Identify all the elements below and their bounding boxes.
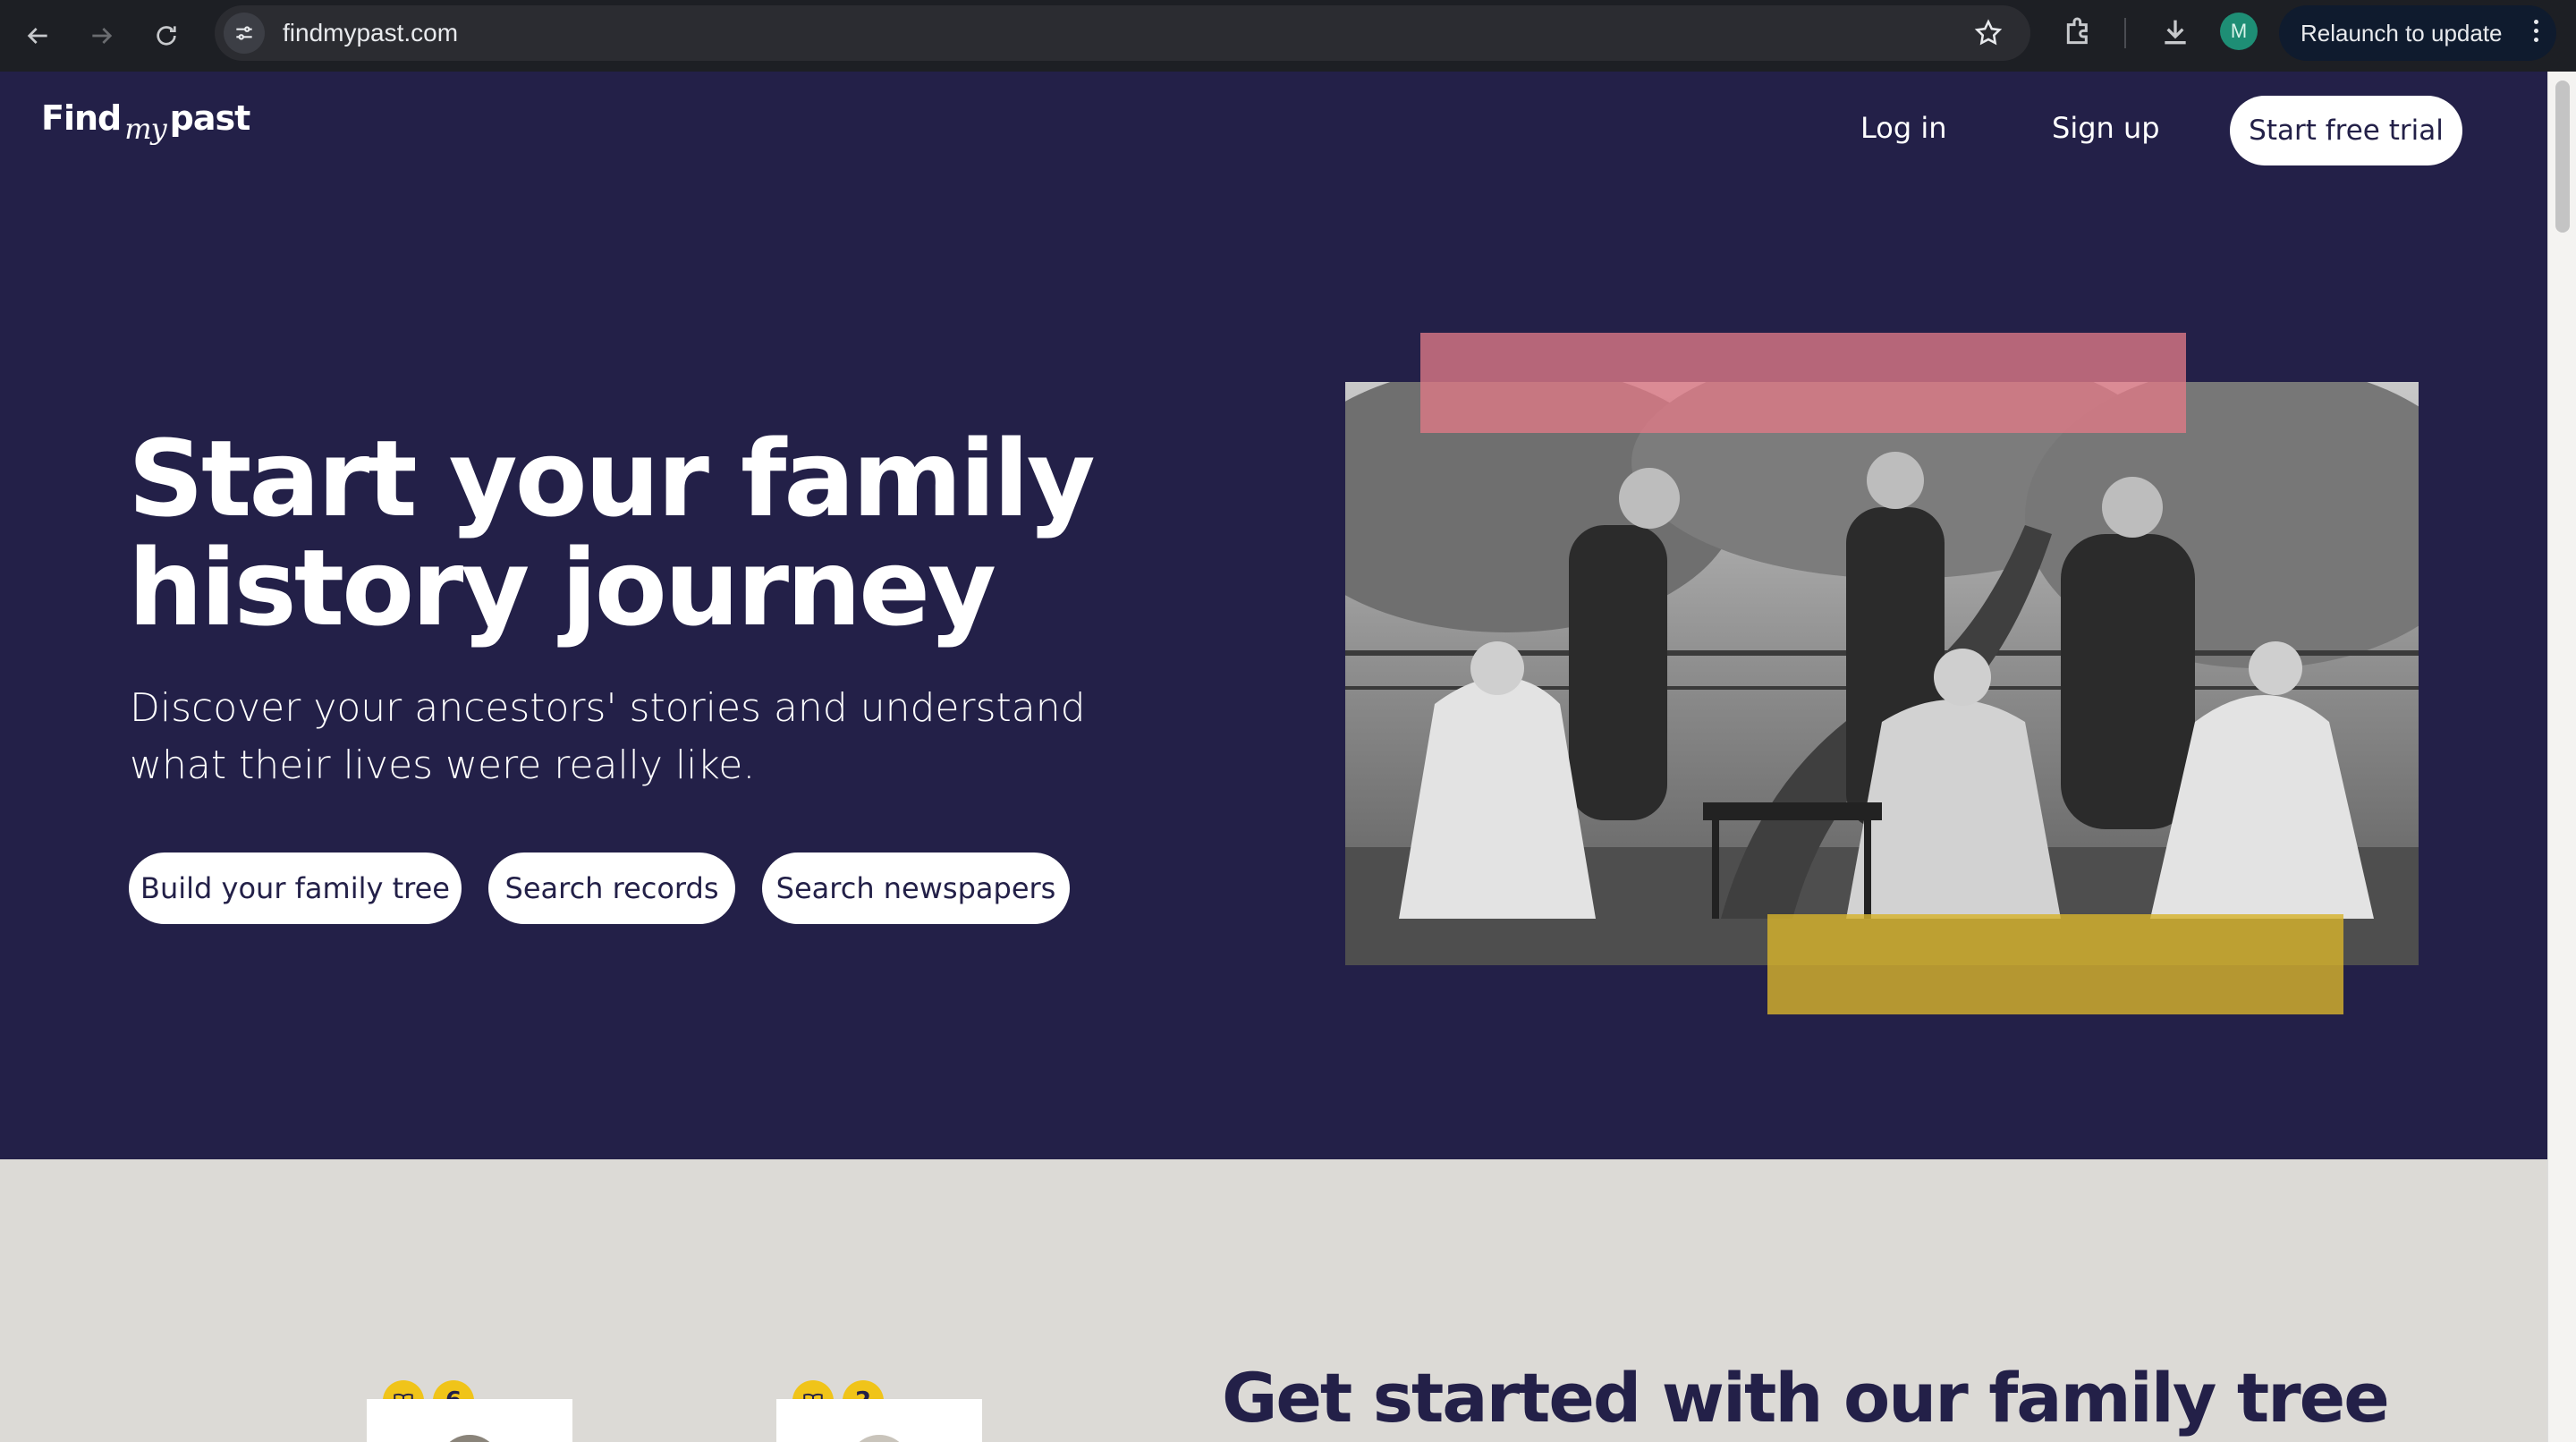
build-family-tree-button[interactable]: Build your family tree <box>129 852 462 924</box>
reload-icon <box>157 26 176 46</box>
signup-link[interactable]: Sign up <box>2052 111 2160 145</box>
address-bar[interactable]: findmypast.com <box>215 5 2030 61</box>
hero-subtitle-line1: Discover your ancestors' stories and und… <box>130 685 1086 731</box>
logo-find: Find <box>41 98 122 138</box>
arrow-right-icon <box>92 28 113 44</box>
search-records-button[interactable]: Search records <box>488 852 735 924</box>
page-scrollbar[interactable] <box>2547 72 2576 1442</box>
browser-toolbar: findmypast.com M Relaunch to update <box>0 0 2576 72</box>
findmypast-logo[interactable]: Find my past <box>41 98 251 146</box>
reload-button[interactable] <box>140 9 193 63</box>
profile-avatar[interactable]: M <box>2220 13 2258 50</box>
back-button[interactable] <box>11 9 64 63</box>
logo-past: past <box>169 98 251 138</box>
extensions-icon[interactable] <box>2061 14 2097 54</box>
login-link[interactable]: Log in <box>1860 111 1947 145</box>
url-text: findmypast.com <box>283 19 459 47</box>
menu-kebab-icon[interactable] <box>2534 20 2538 42</box>
logo-my: my <box>124 112 166 146</box>
decorative-yellow-block <box>1767 914 2343 1014</box>
hero-subtitle: Discover your ancestors' stories and und… <box>130 680 1149 794</box>
hero-title-line1: Start your family <box>128 417 1096 540</box>
relaunch-label: Relaunch to update <box>2301 19 2503 47</box>
forward-button[interactable] <box>75 9 129 63</box>
hero-title: Start your family history journey <box>128 424 1201 642</box>
hero-subtitle-line2: what their lives were really like. <box>130 742 756 788</box>
search-newspapers-button[interactable]: Search newspapers <box>762 852 1070 924</box>
scrollbar-thumb[interactable] <box>2555 81 2570 233</box>
person-avatar <box>438 1435 501 1442</box>
section-heading: Get started with our family tree <box>1222 1358 2390 1438</box>
hero-title-line2: history journey <box>128 526 996 649</box>
site-settings-icon[interactable] <box>224 13 265 54</box>
bookmark-star-icon[interactable] <box>1973 18 2004 52</box>
hero-family-photo <box>1345 382 2419 965</box>
person-card[interactable] <box>776 1399 982 1442</box>
start-free-trial-button[interactable]: Start free trial <box>2230 96 2462 165</box>
download-icon[interactable] <box>2157 14 2193 54</box>
toolbar-divider <box>2124 18 2126 48</box>
decorative-pink-block <box>1420 333 2186 433</box>
person-avatar <box>848 1435 911 1442</box>
person-card[interactable] <box>367 1399 572 1442</box>
arrow-left-icon <box>27 28 47 44</box>
relaunch-button[interactable]: Relaunch to update <box>2279 5 2556 61</box>
